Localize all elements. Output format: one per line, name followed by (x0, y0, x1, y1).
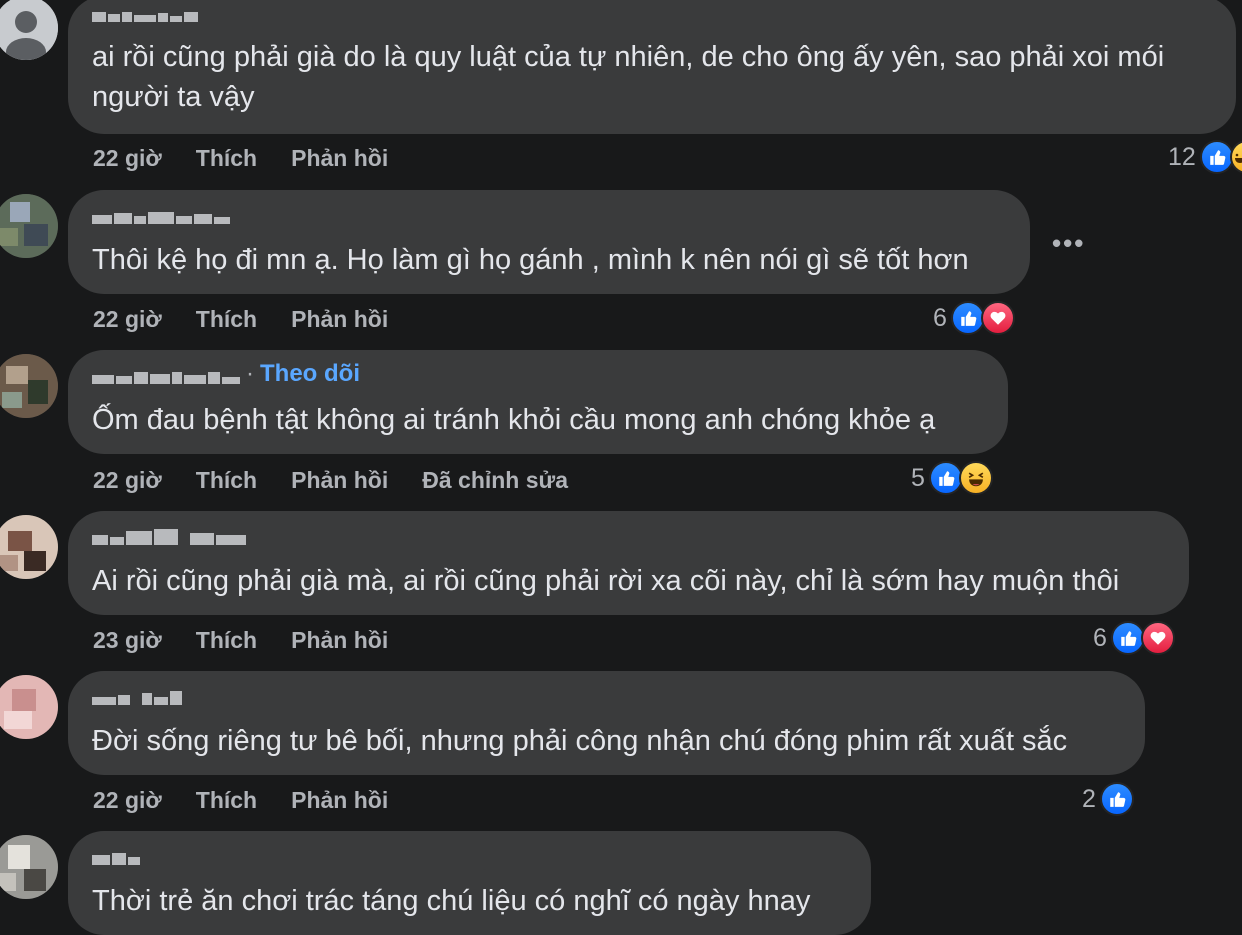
commenter-name[interactable] (92, 841, 140, 869)
comment-text-line: Ốm đau bệnh tật không ai tránh khỏi cầu … (92, 404, 936, 436)
comment-text-line: Thôi kệ họ đi mn ạ. Họ làm gì họ gánh , … (92, 244, 969, 276)
comment-text: Ốm đau bệnh tật không ai tránh khỏi cầu … (92, 400, 984, 440)
comment-time[interactable]: 22 giờ (93, 145, 162, 172)
comment-time[interactable]: 23 giờ (93, 627, 162, 654)
avatar[interactable] (0, 835, 58, 899)
comment-bubble: Thời trẻ ăn chơi trác táng chú liệu có n… (68, 831, 871, 935)
like-button[interactable]: Thích (196, 145, 257, 172)
comment-actions: 22 giờ Thích Phản hồi (93, 306, 388, 333)
love-icon (1140, 621, 1175, 655)
haha-icon (958, 461, 993, 495)
comment-actions: 22 giờ Thích Phản hồi (93, 145, 388, 172)
like-button[interactable]: Thích (196, 306, 257, 333)
haha-icon (1229, 140, 1242, 174)
comment-actions: 23 giờ Thích Phản hồi (93, 627, 388, 654)
avatar[interactable] (0, 675, 58, 739)
avatar[interactable] (0, 0, 58, 60)
more-options-button[interactable]: ••• (1052, 228, 1085, 259)
reply-button[interactable]: Phản hồi (291, 627, 388, 654)
comment-text: Thời trẻ ăn chơi trác táng chú liệu có n… (92, 881, 847, 921)
edited-label[interactable]: Đã chỉnh sửa (422, 467, 568, 494)
comment-bubble: · Theo dõi Ốm đau bệnh tật không ai trán… (68, 350, 1008, 454)
commenter-name[interactable] (92, 521, 246, 549)
like-button[interactable]: Thích (196, 787, 257, 814)
blurred-name (92, 845, 140, 865)
comment-text-line: ai rồi cũng phải già do là quy luật của … (92, 41, 1165, 73)
blurred-name (92, 204, 230, 224)
comment-text: ai rồi cũng phải già do là quy luật của … (92, 37, 1212, 117)
blurred-name (92, 685, 182, 705)
comment-text: Ai rồi cũng phải già mà, ai rồi cũng phả… (92, 561, 1165, 601)
reaction-count: 6 (1093, 623, 1107, 652)
reaction-summary[interactable]: 6 (933, 301, 1015, 335)
like-icon (928, 461, 963, 495)
comment-bubble: ai rồi cũng phải già do là quy luật của … (68, 0, 1236, 134)
comment-text-line: Đời sống riêng tư bê bối, nhưng phải côn… (92, 725, 1068, 757)
reaction-count: 5 (911, 463, 925, 492)
comment-text-line: Ai rồi cũng phải già mà, ai rồi cũng phả… (92, 565, 1120, 597)
comment-actions: 22 giờ Thích Phản hồi Đã chỉnh sửa (93, 467, 568, 494)
comment-bubble: Thôi kệ họ đi mn ạ. Họ làm gì họ gánh , … (68, 190, 1030, 294)
reply-button[interactable]: Phản hồi (291, 467, 388, 494)
like-icon (1199, 140, 1234, 174)
follow-link[interactable]: Theo dõi (260, 360, 360, 388)
like-icon (950, 301, 985, 335)
comment-time[interactable]: 22 giờ (93, 306, 162, 333)
reaction-count: 2 (1082, 784, 1096, 813)
comment-text: Thôi kệ họ đi mn ạ. Họ làm gì họ gánh , … (92, 240, 1006, 280)
comment-bubble: Đời sống riêng tư bê bối, nhưng phải côn… (68, 671, 1145, 775)
comment-text-line: người ta vậy (92, 81, 255, 113)
reply-button[interactable]: Phản hồi (291, 787, 388, 814)
comment-text-line: Thời trẻ ăn chơi trác táng chú liệu có n… (92, 885, 811, 917)
commenter-name[interactable]: · Theo dõi (92, 360, 360, 388)
reply-button[interactable]: Phản hồi (291, 306, 388, 333)
avatar[interactable] (0, 354, 58, 418)
blurred-name (92, 525, 246, 545)
reaction-summary[interactable]: 12 (1168, 140, 1242, 174)
commenter-name[interactable] (92, 0, 198, 26)
reaction-count: 6 (933, 303, 947, 332)
comment-time[interactable]: 22 giờ (93, 787, 162, 814)
reaction-summary[interactable]: 2 (1082, 782, 1134, 816)
love-icon (980, 301, 1015, 335)
comment-actions: 22 giờ Thích Phản hồi (93, 787, 388, 814)
reaction-count: 12 (1168, 142, 1196, 171)
reaction-summary[interactable]: 5 (911, 461, 993, 495)
comment-time[interactable]: 22 giờ (93, 467, 162, 494)
like-button[interactable]: Thích (196, 627, 257, 654)
like-icon (1099, 782, 1134, 816)
avatar[interactable] (0, 515, 58, 579)
separator-dot: · (246, 360, 254, 387)
reaction-summary[interactable]: 6 (1093, 621, 1175, 655)
blurred-name (92, 364, 240, 384)
like-button[interactable]: Thích (196, 467, 257, 494)
blurred-name (92, 2, 198, 22)
comment-bubble: Ai rồi cũng phải già mà, ai rồi cũng phả… (68, 511, 1189, 615)
comment-text: Đời sống riêng tư bê bối, nhưng phải côn… (92, 721, 1121, 761)
like-icon (1110, 621, 1145, 655)
commenter-name[interactable] (92, 200, 230, 228)
commenter-name[interactable] (92, 681, 182, 709)
avatar[interactable] (0, 194, 58, 258)
reply-button[interactable]: Phản hồi (291, 145, 388, 172)
default-avatar-icon (0, 0, 58, 60)
